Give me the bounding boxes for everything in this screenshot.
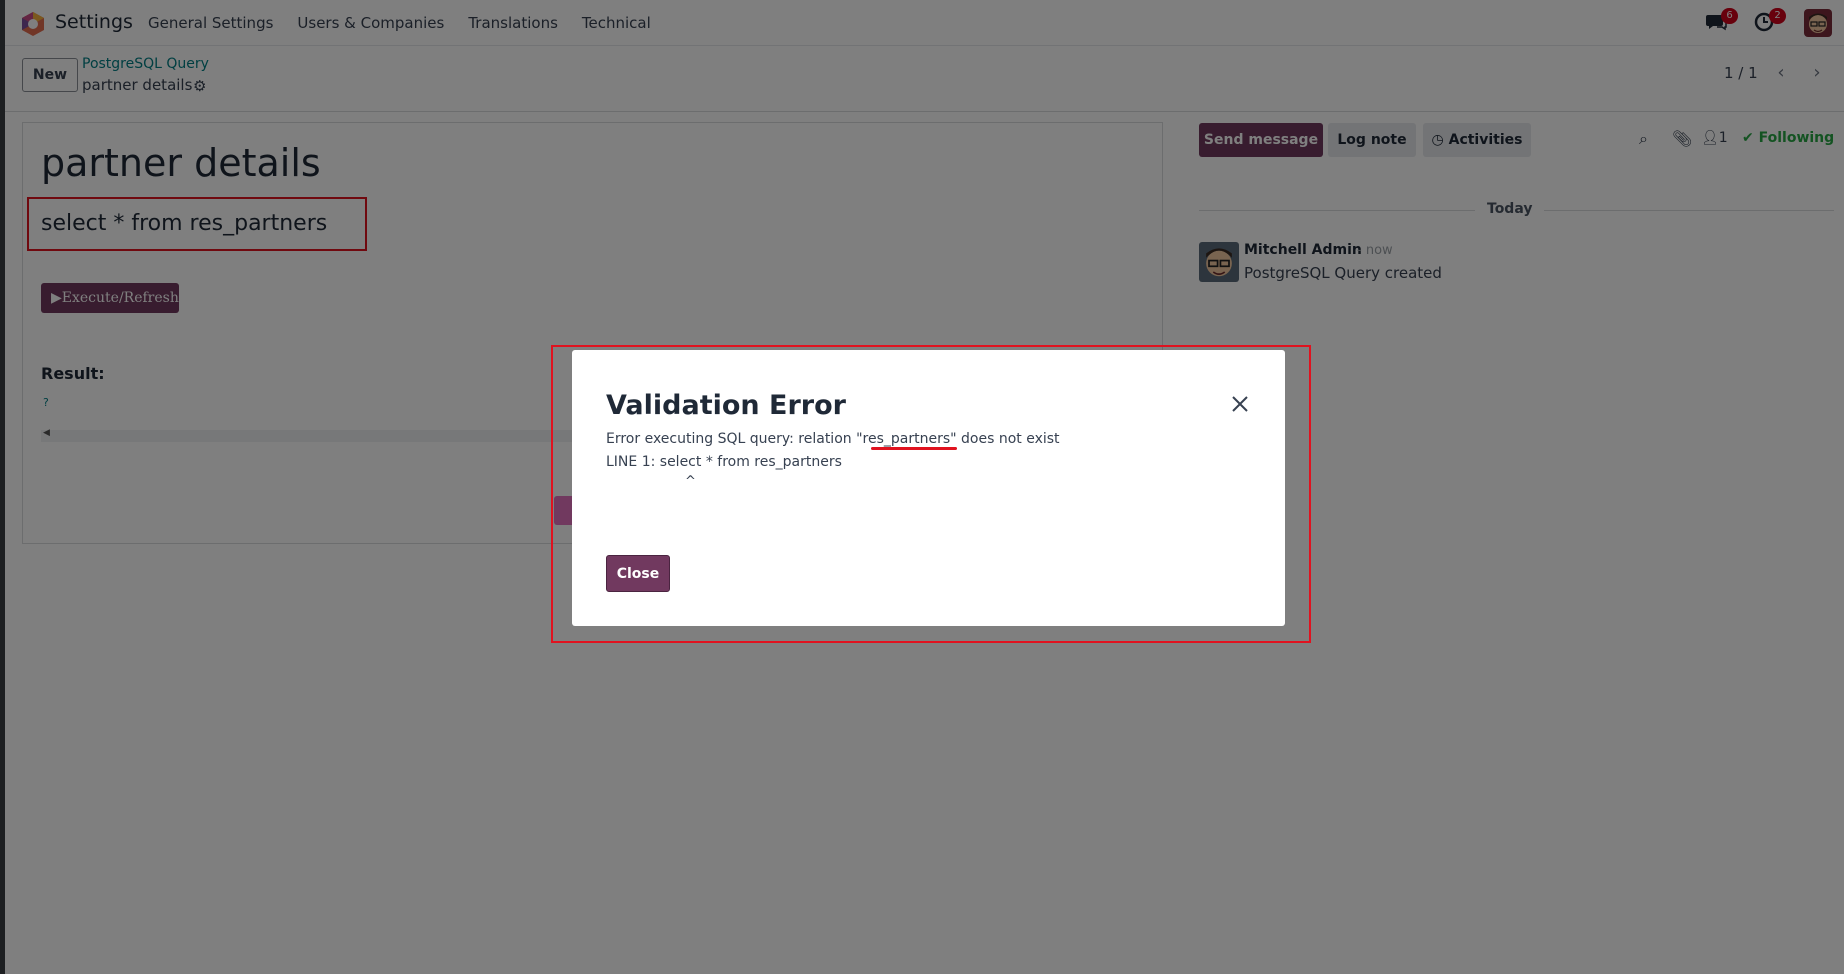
close-button[interactable]: Close xyxy=(606,555,670,592)
window-edge-strip xyxy=(0,0,5,974)
error-message-caret: ^ xyxy=(685,474,696,489)
error-underline-annotation xyxy=(871,447,957,450)
dialog-title: Validation Error xyxy=(606,390,846,421)
validation-error-dialog: Validation Error Error executing SQL que… xyxy=(572,350,1285,626)
error-message-line2: LINE 1: select * from res_partners xyxy=(606,454,842,470)
error-message-line1: Error executing SQL query: relation "res… xyxy=(606,431,1060,447)
close-icon[interactable] xyxy=(1230,394,1250,414)
